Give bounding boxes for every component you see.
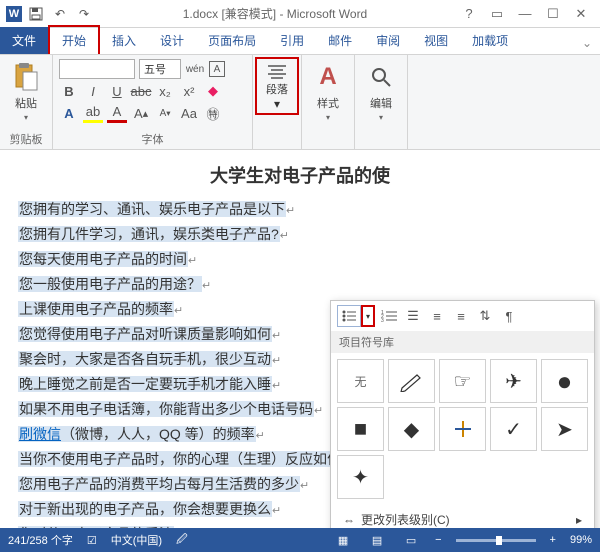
- phonetic-guide-button[interactable]: wén: [185, 59, 205, 79]
- zoom-level[interactable]: 99%: [570, 534, 592, 546]
- tab-design[interactable]: 设计: [148, 27, 196, 54]
- grow-font-button[interactable]: A▴: [131, 103, 151, 123]
- zoom-slider[interactable]: [456, 539, 536, 542]
- bullet-none[interactable]: 无: [337, 359, 384, 403]
- group-editing: 编辑 ▾: [355, 55, 408, 149]
- view-print-icon[interactable]: ▦: [333, 534, 353, 547]
- editing-button[interactable]: 编辑 ▾: [361, 59, 401, 124]
- bullet-diamond[interactable]: ◆: [388, 407, 435, 451]
- status-language[interactable]: 中文(中国): [111, 532, 162, 548]
- bullet-list-button[interactable]: ▾: [337, 305, 375, 327]
- tab-home[interactable]: 开始: [48, 25, 100, 54]
- sort-button[interactable]: ⇅: [475, 306, 495, 326]
- change-case-button[interactable]: Aa: [179, 103, 199, 123]
- bullet-plane[interactable]: ✈: [490, 359, 537, 403]
- close-icon[interactable]: ✕: [568, 4, 594, 24]
- group-font: 五号 wén A B I U abc x₂ x² ◆ A ab A A▴ A▾ …: [53, 55, 253, 149]
- undo-icon[interactable]: ↶: [50, 4, 70, 24]
- strike-button[interactable]: abc: [131, 81, 151, 101]
- tab-layout[interactable]: 页面布局: [196, 27, 268, 54]
- tab-file[interactable]: 文件: [0, 27, 48, 54]
- status-spellcheck-icon[interactable]: ☑: [87, 534, 97, 547]
- multilevel-list-button[interactable]: ☰: [403, 306, 423, 326]
- align-icon: [263, 61, 291, 81]
- bullet-circle[interactable]: ●: [541, 359, 588, 403]
- status-position[interactable]: 241/258 个字: [8, 532, 73, 548]
- bullet-library-header: 项目符号库: [331, 331, 594, 353]
- change-list-level-item[interactable]: ⇔更改列表级别(C)▸: [331, 505, 594, 528]
- bullet-star[interactable]: ✦: [337, 455, 384, 499]
- tab-references[interactable]: 引用: [268, 27, 316, 54]
- find-icon: [365, 61, 397, 93]
- tab-addins[interactable]: 加载项: [460, 27, 520, 54]
- paragraph-button[interactable]: 段落 ▾: [255, 57, 299, 115]
- ribbon-tabs: 文件 开始 插入 设计 页面布局 引用 邮件 审阅 视图 加载项 ⌄: [0, 28, 600, 54]
- paste-icon: [10, 61, 42, 93]
- italic-button[interactable]: I: [83, 81, 103, 101]
- app-icon: W: [6, 6, 22, 22]
- status-bar: 241/258 个字 ☑ 中文(中国) 🖉 ▦ ▤ ▭ − + 99%: [0, 528, 600, 552]
- window-title: 1.docx [兼容模式] - Microsoft Word: [94, 5, 456, 22]
- clear-format-button[interactable]: ◆: [203, 81, 223, 101]
- bullet-check[interactable]: ✓: [490, 407, 537, 451]
- zoom-in-button[interactable]: +: [550, 534, 556, 546]
- subscript-button[interactable]: x₂: [155, 81, 175, 101]
- char-border-button[interactable]: A: [209, 61, 225, 77]
- bullet-arrow[interactable]: ➤: [541, 407, 588, 451]
- bullet-dropdown-arrow[interactable]: ▾: [361, 305, 375, 327]
- enclose-char-button[interactable]: ㊕: [203, 103, 223, 123]
- text-effects-button[interactable]: A: [59, 103, 79, 123]
- save-icon[interactable]: [26, 4, 46, 24]
- link-weixin: 刷微信: [19, 426, 61, 442]
- bullet-pencil[interactable]: [388, 359, 435, 403]
- group-clipboard: 粘贴 ▾ 剪贴板: [0, 55, 53, 149]
- bullet-dropdown-panel: ▾ 123 ☰ ≡ ≡ ⇅ ¶ 项目符号库 无 ☞ ✈ ● ■ ◆ ✓: [330, 300, 595, 528]
- styles-icon: A: [312, 61, 344, 93]
- bullet-hand[interactable]: ☞: [439, 359, 486, 403]
- tab-insert[interactable]: 插入: [100, 27, 148, 54]
- title-bar: W ↶ ↷ 1.docx [兼容模式] - Microsoft Word ? ▭…: [0, 0, 600, 28]
- bullet-icon: [337, 305, 361, 327]
- styles-button[interactable]: A 样式 ▾: [308, 59, 348, 124]
- shrink-font-button[interactable]: A▾: [155, 103, 175, 123]
- minimize-icon[interactable]: —: [512, 4, 538, 24]
- tab-view[interactable]: 视图: [412, 27, 460, 54]
- show-marks-button[interactable]: ¶: [499, 306, 519, 326]
- bullet-cross[interactable]: [439, 407, 486, 451]
- window-controls: ? ▭ — ☐ ✕: [456, 4, 594, 24]
- bullet-library-grid: 无 ☞ ✈ ● ■ ◆ ✓ ➤ ✦: [331, 353, 594, 505]
- quick-access-toolbar: W ↶ ↷: [6, 4, 94, 24]
- increase-indent-button[interactable]: ≡: [451, 306, 471, 326]
- ribbon-collapse-icon[interactable]: ⌄: [574, 32, 600, 54]
- svg-text:3: 3: [381, 318, 384, 322]
- font-size-combo[interactable]: 五号: [139, 59, 181, 79]
- font-color-button[interactable]: A: [107, 103, 127, 123]
- view-read-icon[interactable]: ▤: [367, 534, 387, 547]
- decrease-indent-button[interactable]: ≡: [427, 306, 447, 326]
- ribbon-options-icon[interactable]: ▭: [484, 4, 510, 24]
- font-name-combo[interactable]: [59, 59, 135, 79]
- help-icon[interactable]: ?: [456, 4, 482, 24]
- ribbon: 粘贴 ▾ 剪贴板 五号 wén A B I U abc x₂ x² ◆ A ab…: [0, 54, 600, 150]
- superscript-button[interactable]: x²: [179, 81, 199, 101]
- doc-title: 大学生对电子产品的使: [18, 162, 582, 188]
- bullet-square[interactable]: ■: [337, 407, 384, 451]
- tab-review[interactable]: 审阅: [364, 27, 412, 54]
- zoom-out-button[interactable]: −: [435, 534, 441, 546]
- tab-mail[interactable]: 邮件: [316, 27, 364, 54]
- group-paragraph: 段落 ▾: [253, 55, 302, 149]
- maximize-icon[interactable]: ☐: [540, 4, 566, 24]
- highlight-button[interactable]: ab: [83, 103, 103, 123]
- underline-button[interactable]: U: [107, 81, 127, 101]
- redo-icon[interactable]: ↷: [74, 4, 94, 24]
- group-styles: A 样式 ▾: [302, 55, 355, 149]
- paste-button[interactable]: 粘贴 ▾: [6, 59, 46, 124]
- view-web-icon[interactable]: ▭: [401, 534, 421, 547]
- document-area: 大学生对电子产品的使 您拥有的学习、通讯、娱乐电子产品是以下↵ 您拥有几件学习，…: [0, 150, 600, 528]
- numbered-list-button[interactable]: 123: [379, 306, 399, 326]
- bold-button[interactable]: B: [59, 81, 79, 101]
- status-insert-icon[interactable]: 🖉: [176, 531, 188, 550]
